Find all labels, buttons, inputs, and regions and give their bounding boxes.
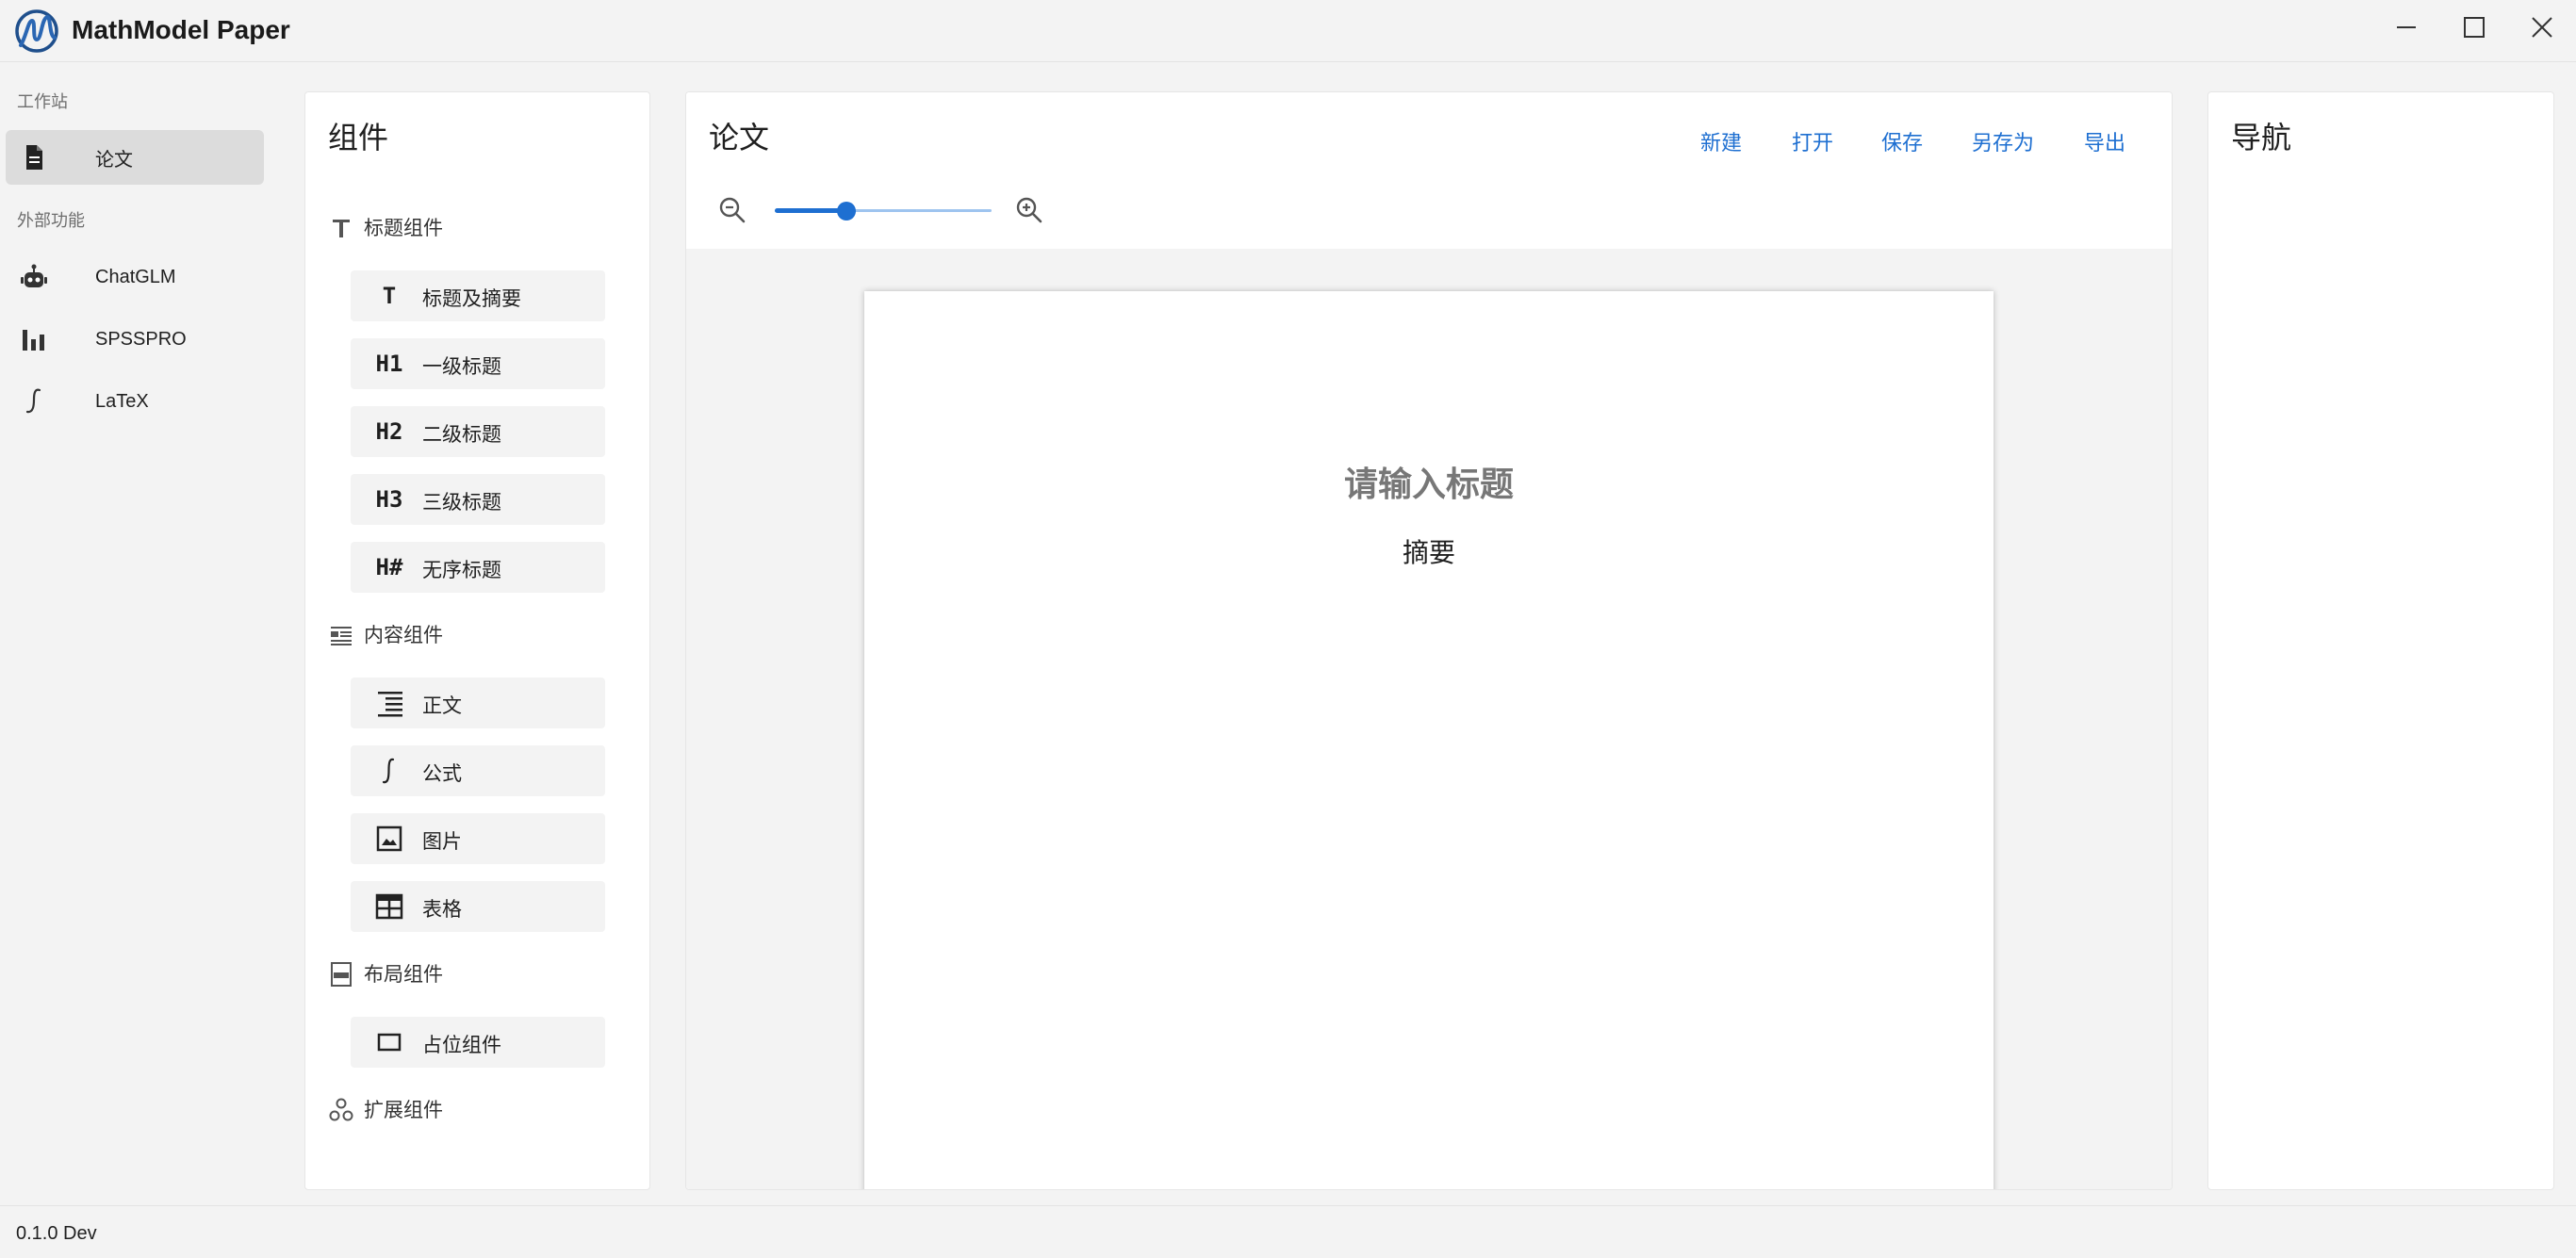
component-image[interactable]: 图片 — [351, 813, 605, 864]
component-formula[interactable]: 公式 — [351, 745, 605, 796]
open-button[interactable]: 打开 — [1792, 126, 1833, 156]
component-label: 正文 — [422, 695, 462, 717]
sidebar-item-chatglm[interactable]: ChatGLM — [6, 250, 264, 304]
sidebar-item-spsspro[interactable]: SPSSPRO — [6, 312, 264, 367]
save-button[interactable]: 保存 — [1881, 126, 1923, 156]
components-panel: 组件 标题组件 T 标题及摘要 H1 一级标题 H2 二级标题 H3 三级标题 … — [304, 91, 650, 1190]
robot-icon — [21, 264, 47, 287]
placeholder-icon — [377, 1033, 402, 1052]
zoom-slider[interactable] — [775, 202, 992, 221]
zoom-in-icon[interactable] — [1013, 194, 1045, 226]
minimize-icon — [2397, 26, 2416, 28]
group-extension-components[interactable]: 扩展组件 — [329, 1092, 443, 1126]
paper-title-input[interactable]: 请输入标题 — [864, 457, 1994, 506]
group-label: 内容组件 — [364, 625, 443, 646]
integral-icon — [25, 388, 41, 414]
close-button[interactable] — [2509, 0, 2575, 55]
title-bar: MathModel Paper — [0, 0, 2576, 62]
sidebar-item-label: SPSSPRO — [95, 328, 187, 350]
maximize-icon — [2464, 17, 2485, 38]
export-button[interactable]: 导出 — [2084, 126, 2125, 156]
zoom-slider-fill — [775, 208, 846, 213]
component-placeholder[interactable]: 占位组件 — [351, 1017, 605, 1068]
component-label: 三级标题 — [422, 492, 501, 514]
component-table[interactable]: 表格 — [351, 881, 605, 932]
save-as-button[interactable]: 另存为 — [1972, 126, 2034, 156]
new-button[interactable]: 新建 — [1700, 126, 1742, 156]
status-bar: 0.1.0 Dev — [0, 1205, 2576, 1258]
bar-chart-icon — [23, 330, 44, 351]
sidebar: 工作站 论文 外部功能 ChatGLM SPSSPRO LaTeX — [0, 62, 275, 1205]
paper-canvas: 请输入标题 摘要 — [686, 249, 2172, 1189]
component-label: 图片 — [422, 831, 462, 853]
sidebar-item-label: ChatGLM — [95, 266, 176, 287]
zoom-out-icon[interactable] — [716, 194, 748, 226]
component-label: 公式 — [422, 763, 462, 785]
component-heading-1[interactable]: H1 一级标题 — [351, 338, 605, 389]
maximize-button[interactable] — [2441, 0, 2507, 55]
component-heading-2[interactable]: H2 二级标题 — [351, 406, 605, 457]
editor-panel: 论文 新建 打开 保存 另存为 导出 请输入标题 摘要 — [685, 91, 2173, 1190]
component-label: 一级标题 — [422, 356, 501, 378]
group-label: 布局组件 — [364, 964, 443, 986]
sidebar-item-paper[interactable]: 论文 — [6, 130, 264, 185]
sidebar-item-label: LaTeX — [95, 390, 149, 412]
navigation-panel: 导航 — [2207, 91, 2554, 1190]
editor-header: 论文 新建 打开 保存 另存为 导出 — [686, 92, 2172, 249]
zoom-slider-thumb[interactable] — [836, 202, 856, 221]
component-label: 标题及摘要 — [422, 288, 521, 310]
title-icon: T — [382, 283, 397, 309]
app-logo-icon — [15, 9, 58, 53]
component-label: 无序标题 — [422, 560, 501, 581]
version-label: 0.1.0 Dev — [16, 1223, 97, 1244]
content-icon — [331, 627, 352, 645]
components-title: 组件 — [328, 121, 389, 155]
sidebar-section-external: 外部功能 — [17, 211, 85, 230]
sidebar-item-latex[interactable]: LaTeX — [6, 374, 264, 429]
group-title-components: 标题组件 — [333, 210, 443, 244]
h-hash-icon: H# — [375, 554, 403, 580]
app-title: MathModel Paper — [72, 15, 290, 44]
image-icon — [376, 825, 402, 852]
component-body-text[interactable]: 正文 — [351, 678, 605, 728]
title-icon — [333, 220, 350, 237]
h2-icon: H2 — [375, 418, 403, 445]
component-label: 占位组件 — [422, 1035, 501, 1056]
group-label: 扩展组件 — [364, 1100, 443, 1121]
extension-icon — [329, 1098, 353, 1121]
component-heading-3[interactable]: H3 三级标题 — [351, 474, 605, 525]
group-content-components: 内容组件 — [331, 617, 443, 651]
table-icon — [375, 893, 403, 920]
h3-icon: H3 — [375, 486, 403, 513]
paper-page[interactable]: 请输入标题 摘要 — [864, 291, 1994, 1189]
layout-icon — [331, 962, 352, 987]
close-icon — [2532, 17, 2552, 38]
integral-icon — [382, 758, 395, 784]
align-right-icon — [378, 692, 402, 717]
component-title-abstract[interactable]: T 标题及摘要 — [351, 270, 605, 321]
document-icon — [26, 145, 42, 170]
editor-title: 论文 — [709, 121, 770, 155]
minimize-button[interactable] — [2373, 0, 2439, 55]
component-label: 二级标题 — [422, 424, 501, 446]
sidebar-item-label: 论文 — [95, 149, 133, 171]
h1-icon: H1 — [375, 351, 403, 377]
component-heading-unordered[interactable]: H# 无序标题 — [351, 542, 605, 593]
group-label: 标题组件 — [364, 218, 443, 239]
navigation-title: 导航 — [2231, 121, 2292, 155]
paper-abstract-heading[interactable]: 摘要 — [864, 532, 1994, 570]
sidebar-section-workstation: 工作站 — [17, 92, 68, 111]
group-layout-components: 布局组件 — [331, 956, 443, 990]
component-label: 表格 — [422, 899, 462, 921]
